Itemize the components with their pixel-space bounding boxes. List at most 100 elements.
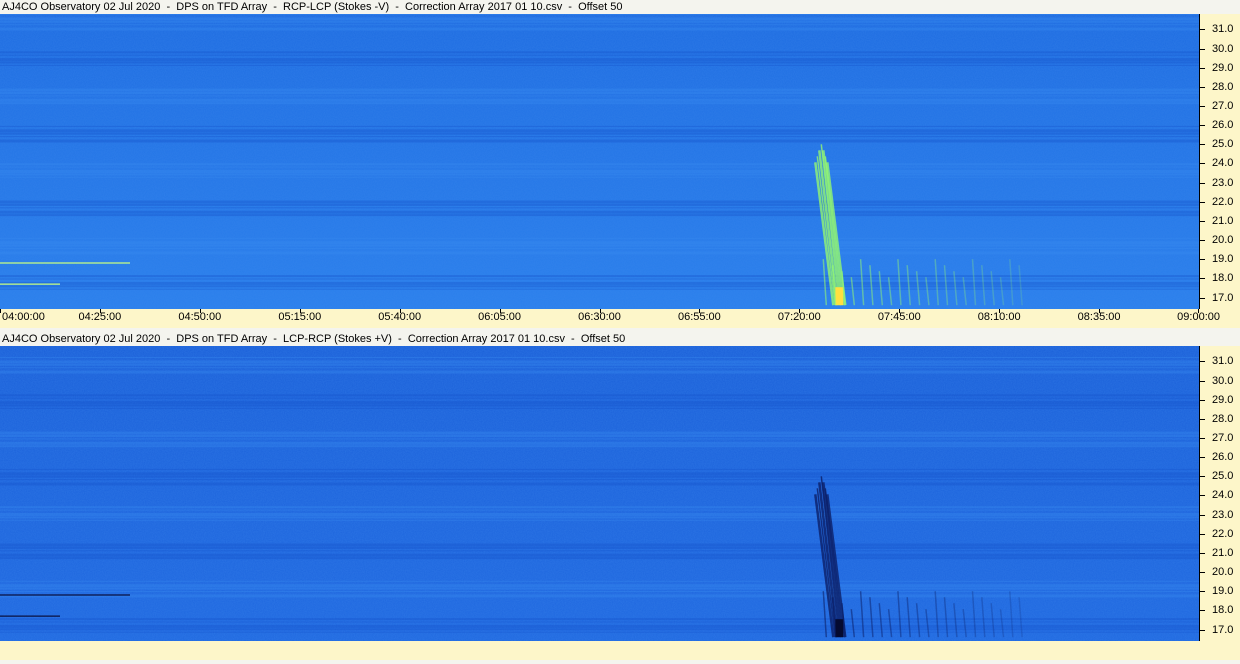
panel2-frequency-axis: 31.0 30.0 29.0 28.0 27.0 26.0 25.0 24.0 23.0 22.0… <box>1199 346 1240 641</box>
y-tick <box>1200 125 1205 127</box>
band-stripe <box>0 431 1199 435</box>
burst-core <box>835 287 844 306</box>
x-tick <box>0 309 1 313</box>
y-tick-label: 27.0 <box>1212 99 1234 112</box>
y-tick <box>1200 48 1205 50</box>
band-stripe <box>0 17 1199 21</box>
y-tick <box>1200 533 1205 535</box>
y-tick-label: 21.0 <box>1212 546 1234 559</box>
band-stripe <box>0 513 1199 516</box>
y-tick <box>1200 278 1205 280</box>
band-stripe <box>0 288 1199 290</box>
y-tick <box>1200 163 1205 165</box>
band-stripe <box>0 553 1199 557</box>
band-stripe <box>0 618 1199 621</box>
band-stripe <box>0 251 1199 255</box>
y-tick <box>1200 86 1205 88</box>
band-stripe <box>0 54 1199 56</box>
band-stripe <box>0 594 1199 598</box>
band-stripe <box>0 210 1199 214</box>
band-stripe <box>0 27 1199 31</box>
band-stripe <box>0 214 1199 217</box>
band-stripe <box>0 241 1199 245</box>
band-stripe <box>0 58 1199 62</box>
y-tick <box>1200 182 1205 184</box>
band-stripe <box>0 125 1199 127</box>
y-tick <box>1200 220 1205 222</box>
panel2-heatmap-svg <box>0 346 1199 641</box>
y-tick-label: 30.0 <box>1212 374 1234 387</box>
band-stripe <box>0 244 1199 247</box>
band-stripe <box>0 557 1199 560</box>
band-stripe <box>0 20 1199 23</box>
burst-core <box>835 619 844 638</box>
x-tick-label: 06:30:00 <box>578 311 621 323</box>
y-tick <box>1200 437 1205 439</box>
x-tick-label: 09:00:00 <box>1177 311 1220 323</box>
band-stripe <box>0 129 1199 133</box>
panel1-spectrogram <box>0 14 1199 309</box>
y-tick-label: 23.0 <box>1212 508 1234 521</box>
y-tick-label: 25.0 <box>1212 470 1234 483</box>
y-tick <box>1200 67 1205 69</box>
band-stripe <box>0 394 1199 397</box>
y-tick-label: 21.0 <box>1212 214 1234 227</box>
y-tick <box>1200 361 1205 363</box>
y-tick-label: 28.0 <box>1212 80 1234 93</box>
y-tick-label: 31.0 <box>1212 23 1234 36</box>
band-stripe <box>0 370 1199 374</box>
y-tick-label: 28.0 <box>1212 412 1234 425</box>
band-stripe <box>0 543 1199 547</box>
band-stripe <box>0 173 1199 176</box>
y-tick-label: 19.0 <box>1212 585 1234 598</box>
y-tick <box>1200 297 1205 299</box>
band-stripe <box>0 363 1199 366</box>
band-stripe <box>0 468 1199 470</box>
band-stripe <box>0 404 1199 407</box>
y-tick <box>1200 552 1205 554</box>
band-stripe <box>0 441 1199 445</box>
band-stripe <box>0 516 1199 519</box>
y-tick <box>1200 105 1205 107</box>
band-stripe <box>0 367 1199 369</box>
band-stripe <box>0 285 1199 288</box>
y-tick <box>1200 399 1205 401</box>
panel1-heatmap-svg <box>0 14 1199 309</box>
band-stripe <box>0 550 1199 552</box>
panel1-title: AJ4CO Observatory 02 Jul 2020 - DPS on T… <box>2 1 623 13</box>
y-tick-label: 29.0 <box>1212 61 1234 74</box>
band-stripe <box>0 357 1199 358</box>
band-stripe <box>0 92 1199 94</box>
y-tick <box>1200 259 1205 261</box>
panel1-frequency-axis: 31.0 30.0 29.0 28.0 27.0 26.0 25.0 24.0 23.0 22.0… <box>1199 14 1240 309</box>
band-stripe <box>0 438 1199 440</box>
band-stripe <box>0 51 1199 54</box>
band-stripe <box>0 397 1199 399</box>
band-stripe <box>0 102 1199 105</box>
band-stripe <box>0 580 1199 582</box>
x-tick-label: 04:25:00 <box>78 311 122 323</box>
y-tick-label: 24.0 <box>1212 489 1234 502</box>
x-tick-label: 08:10:00 <box>977 311 1021 323</box>
y-tick <box>1200 572 1205 573</box>
y-tick-label: 20.0 <box>1212 234 1234 246</box>
x-tick-label: 05:15:00 <box>278 311 322 323</box>
band-stripe <box>0 509 1199 511</box>
y-tick-label: 29.0 <box>1212 393 1234 406</box>
band-stripe <box>0 628 1199 631</box>
x-tick-label: 05:40:00 <box>378 311 422 323</box>
x-tick-label: 06:55:00 <box>677 311 721 323</box>
y-tick <box>1200 457 1205 459</box>
y-tick <box>1200 514 1205 516</box>
y-tick <box>1200 144 1205 146</box>
y-tick-label: 25.0 <box>1212 138 1234 151</box>
panel2-time-axis <box>0 641 1240 660</box>
band-stripe <box>0 248 1199 249</box>
y-tick-label: 27.0 <box>1212 431 1234 444</box>
band-stripe <box>0 98 1199 102</box>
x-tick-label: 07:20:00 <box>777 311 821 323</box>
band-stripe <box>0 479 1199 481</box>
y-tick-label: 22.0 <box>1212 527 1234 540</box>
band-stripe <box>0 64 1199 66</box>
band-stripe <box>0 435 1199 437</box>
